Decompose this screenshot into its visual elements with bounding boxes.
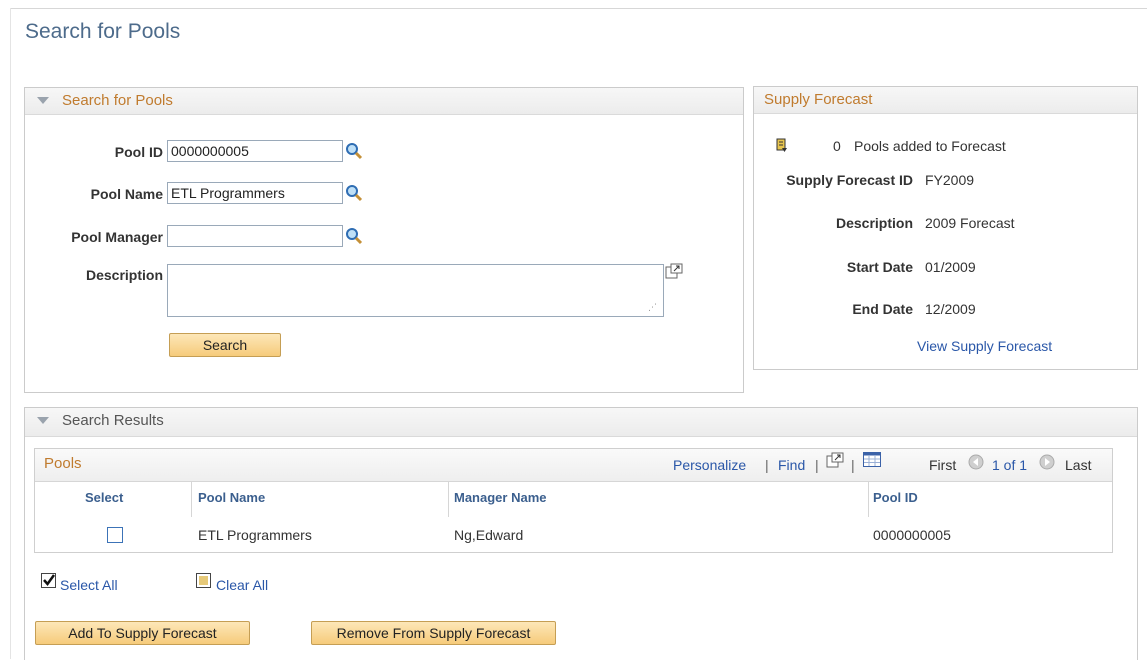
personalize-link[interactable]: Personalize [673,457,746,473]
row-pool-name: ETL Programmers [198,527,312,543]
description-textarea[interactable] [167,264,664,317]
left-border [10,8,11,659]
row-pool-id: 0000000005 [873,527,951,543]
separator: | [765,457,769,473]
row-select-checkbox[interactable] [107,527,123,543]
find-link[interactable]: Find [778,457,805,473]
grid-icon[interactable] [863,452,881,470]
forecast-icon [775,138,789,157]
forecast-id-label: Supply Forecast ID [786,172,913,188]
search-group-title: Search for Pools [62,92,173,109]
column-header-select[interactable]: Select [85,490,123,505]
start-date-label: Start Date [846,259,913,275]
row-manager-name: Ng,Edward [454,527,524,543]
select-all-link[interactable]: Select All [60,577,118,593]
forecast-id-value: FY2009 [925,172,975,188]
pools-added-text: Pools added to Forecast [854,138,1006,154]
grid-header-row [35,481,1112,518]
first-label: First [929,457,957,473]
pool-manager-label: Pool Manager [71,229,163,245]
pools-added-count: 0 [833,138,841,154]
clear-all-link[interactable]: Clear All [216,577,268,593]
pool-id-label: Pool ID [114,144,163,160]
search-results-title: Search Results [62,412,164,429]
add-to-supply-forecast-button[interactable]: Add To Supply Forecast [35,621,250,645]
start-date-value: 01/2009 [925,259,976,275]
grid-title: Pools [44,455,82,472]
collapse-triangle-icon[interactable] [37,417,49,424]
view-supply-forecast-link[interactable]: View Supply Forecast [917,338,1052,354]
end-date-label: End Date [852,301,913,317]
search-group-header[interactable]: Search for Pools [25,88,743,115]
pool-manager-input[interactable] [167,225,343,247]
pool-name-input[interactable] [167,182,343,204]
search-button[interactable]: Search [169,333,281,357]
separator: | [815,457,819,473]
lookup-icon[interactable] [345,142,363,163]
forecast-description-value: 2009 Forecast [925,215,1015,231]
column-header-manager-name[interactable]: Manager Name [454,490,546,505]
arrow-left-icon[interactable] [968,454,984,473]
expand-icon[interactable] [665,263,683,282]
column-header-pool-name[interactable]: Pool Name [198,490,265,505]
resize-grip-icon[interactable]: ⋰ [648,302,657,313]
lookup-icon[interactable] [345,184,363,205]
forecast-description-label: Description [835,215,913,231]
last-label: Last [1065,457,1092,473]
pool-id-input[interactable] [167,140,343,162]
supply-forecast-title: Supply Forecast [764,91,873,108]
expand-icon[interactable] [826,452,844,471]
pool-name-label: Pool Name [90,186,163,202]
top-border [10,8,1147,9]
remove-from-supply-forecast-button[interactable]: Remove From Supply Forecast [311,621,556,645]
checkbox-checked-icon[interactable] [41,573,57,592]
description-label: Description [85,267,163,283]
search-results-header[interactable]: Search Results [25,408,1137,437]
lookup-icon[interactable] [345,227,363,248]
page-title: Search for Pools [25,20,181,43]
checkbox-icon[interactable] [196,573,212,592]
end-date-value: 12/2009 [925,301,976,317]
column-header-pool-id[interactable]: Pool ID [873,490,918,505]
collapse-triangle-icon[interactable] [37,97,49,104]
separator: | [851,457,855,473]
supply-forecast-header: Supply Forecast [754,87,1137,114]
arrow-right-icon[interactable] [1039,454,1055,473]
page-indicator: 1 of 1 [992,457,1028,473]
